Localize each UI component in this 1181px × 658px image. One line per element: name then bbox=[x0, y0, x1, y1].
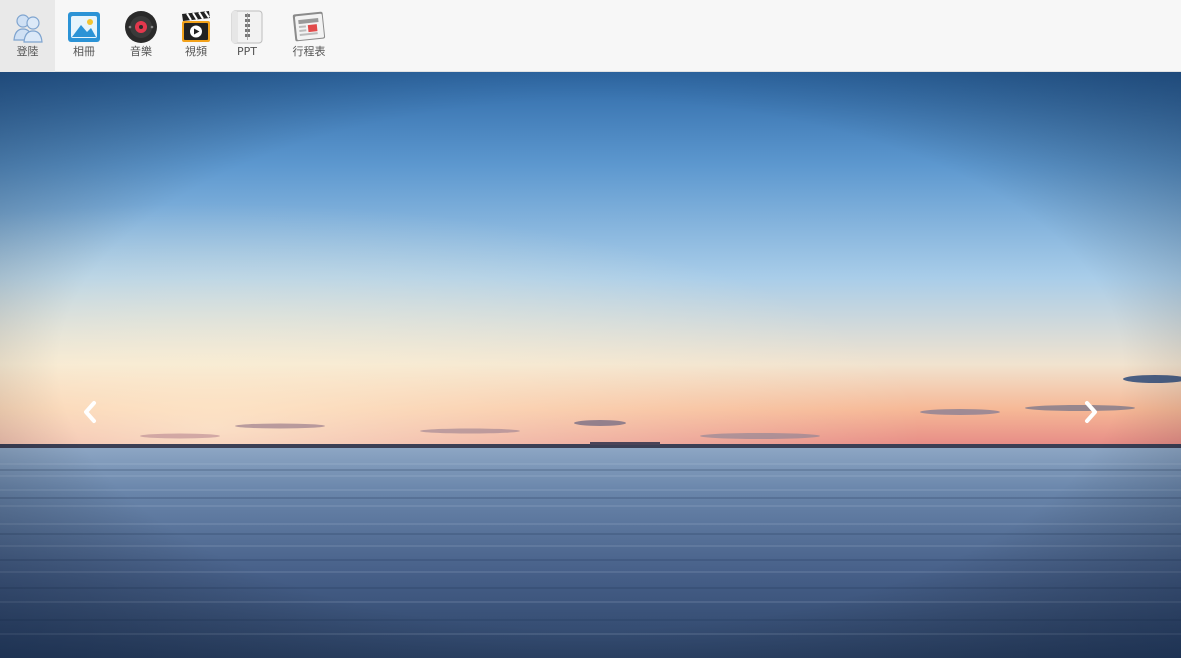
video-clapper-icon bbox=[182, 11, 210, 42]
image-carousel bbox=[0, 72, 1181, 658]
nav-item-music[interactable]: 音樂 bbox=[117, 0, 165, 72]
nav-label-video: 視頻 bbox=[185, 45, 207, 58]
nav-label-music: 音樂 bbox=[130, 45, 152, 58]
sunset-sea-photo bbox=[0, 72, 1181, 658]
nav-item-video[interactable]: 視頻 bbox=[172, 0, 220, 72]
nav-item-login[interactable]: 登陸 bbox=[0, 0, 55, 72]
nav-label-schedule: 行程表 bbox=[292, 45, 326, 58]
nav-item-ppt[interactable]: PPT bbox=[226, 0, 268, 72]
presentation-icon bbox=[231, 10, 263, 44]
top-toolbar: 登陸 相冊 音樂 視頻 PPT 行程表 bbox=[0, 0, 1181, 72]
calendar-icon bbox=[292, 11, 326, 42]
chevron-right-icon bbox=[1085, 401, 1097, 423]
carousel-prev-button[interactable] bbox=[70, 392, 110, 432]
chevron-left-icon bbox=[84, 401, 96, 423]
nav-item-album[interactable]: 相冊 bbox=[60, 0, 108, 72]
nav-label-ppt: PPT bbox=[237, 45, 257, 58]
photo-album-icon bbox=[68, 12, 100, 42]
nav-label-login: 登陸 bbox=[16, 45, 39, 58]
nav-item-schedule[interactable]: 行程表 bbox=[284, 0, 334, 72]
nav-label-album: 相冊 bbox=[73, 45, 95, 58]
carousel-next-button[interactable] bbox=[1071, 392, 1111, 432]
users-icon bbox=[12, 14, 43, 43]
music-icon bbox=[125, 11, 157, 43]
